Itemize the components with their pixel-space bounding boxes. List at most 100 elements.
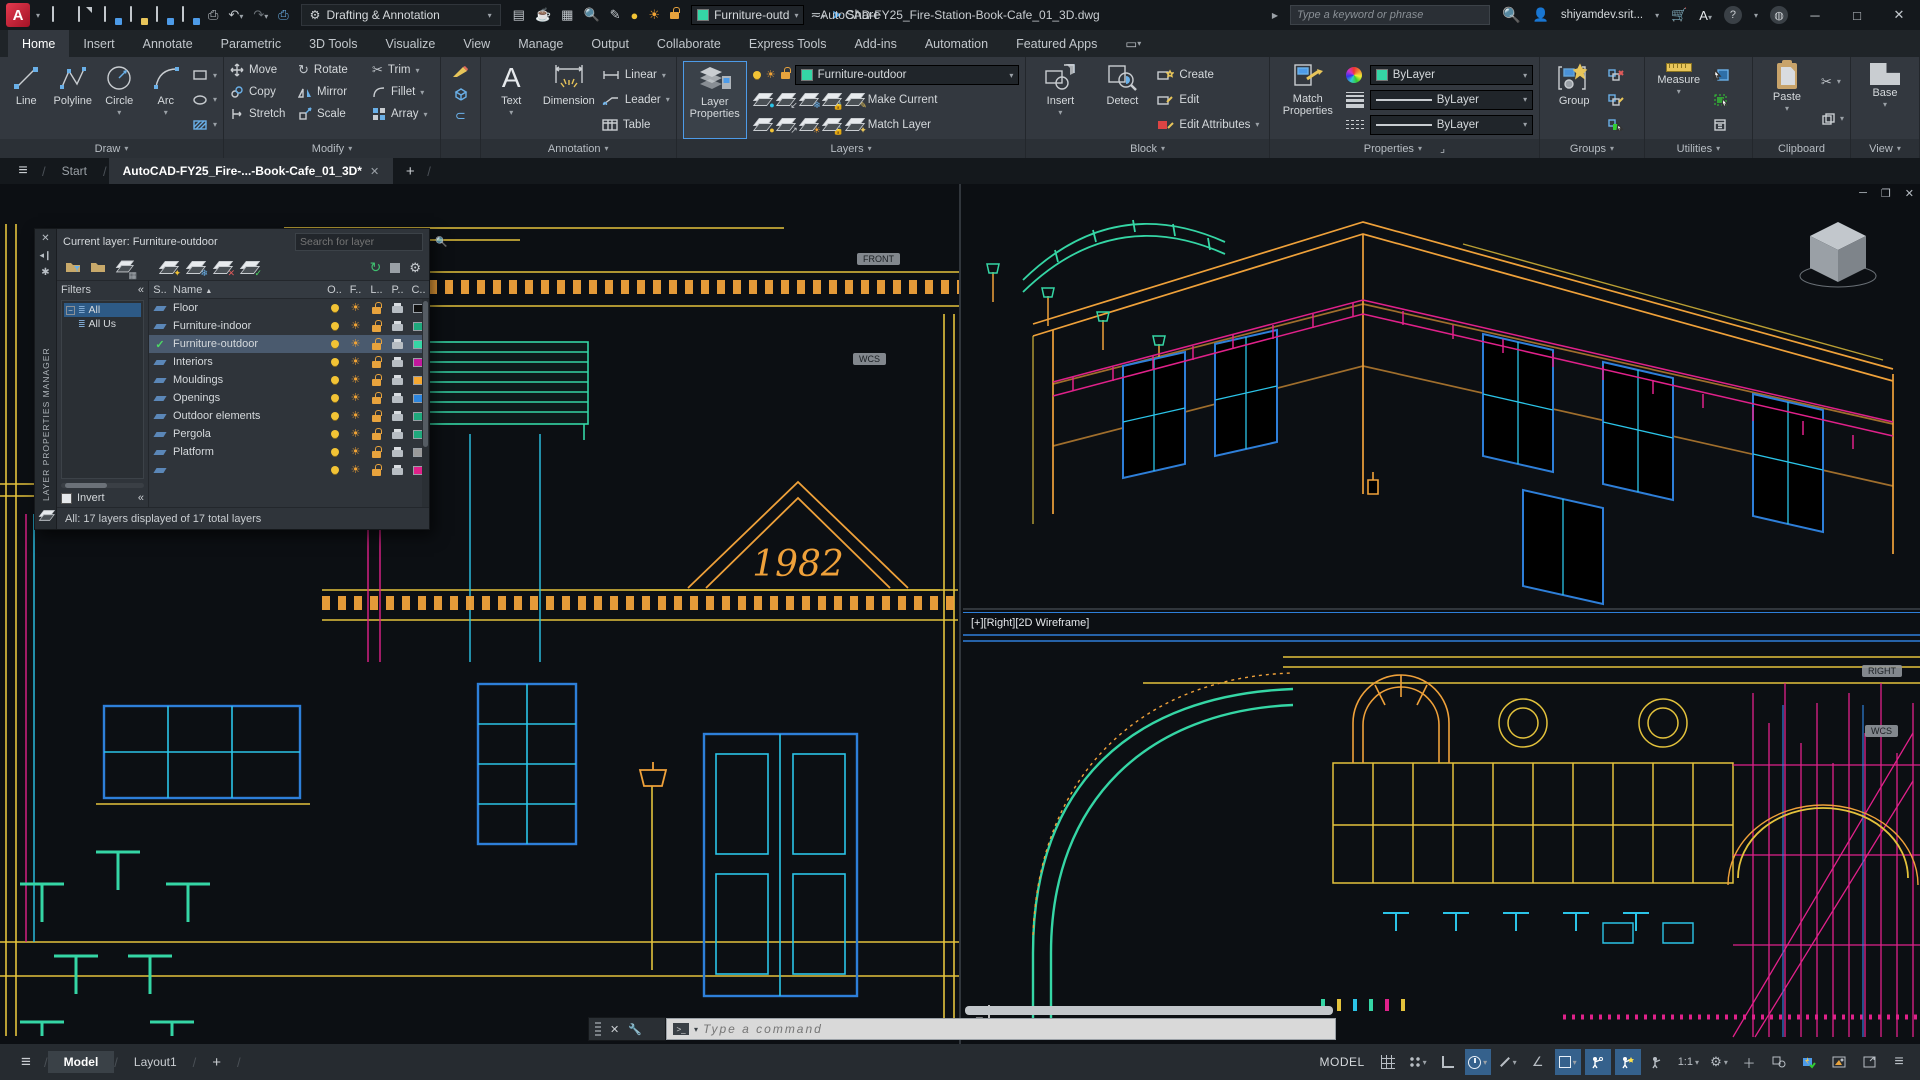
command-line-grip[interactable]	[595, 1022, 601, 1036]
tab-annotate[interactable]: Annotate	[129, 30, 207, 57]
linear-dimension-button[interactable]: Linear▾	[602, 64, 670, 86]
help-icon[interactable]: ?	[1724, 6, 1742, 24]
minimize-button[interactable]: ─	[1800, 2, 1830, 28]
layer-thaw-icon[interactable]: ☀	[766, 70, 776, 81]
tab-home[interactable]: Home	[8, 30, 69, 57]
palette-settings-gear-icon[interactable]: ⚙	[409, 260, 421, 276]
start-tab[interactable]: Start	[48, 158, 101, 184]
workspace-dropdown[interactable]: ⚙ Drafting & Annotation ▾	[301, 4, 501, 26]
quick-select-icon[interactable]	[1713, 64, 1729, 86]
group-button[interactable]: Group	[1546, 61, 1602, 139]
layout1-tab[interactable]: Layout1	[118, 1051, 193, 1073]
user-avatar-icon[interactable]: 👤	[1533, 7, 1549, 23]
fullscreen-icon[interactable]	[1856, 1049, 1882, 1075]
open-from-web-icon[interactable]	[182, 7, 198, 23]
group-select-icon[interactable]	[1608, 114, 1624, 136]
batch-plot-icon[interactable]: ⎙	[278, 7, 288, 23]
app-menu-chevron-icon[interactable]: ▾	[36, 11, 40, 20]
insert-block-button[interactable]: Insert▾	[1032, 61, 1088, 139]
new-layer-icon[interactable]: ✦	[159, 261, 177, 274]
palette-autohide-icon[interactable]: ◂❙	[39, 250, 51, 261]
tab-3d-tools[interactable]: 3D Tools	[295, 30, 371, 57]
layer-thaw-all-icon[interactable]: ☀	[799, 118, 817, 131]
layer-row-floor[interactable]: Floor ☀	[149, 299, 429, 317]
model-tab[interactable]: Model	[48, 1051, 115, 1073]
layer-search-input[interactable]	[300, 236, 435, 248]
base-button[interactable]: Base▾	[1857, 61, 1913, 139]
snap-toggle-icon[interactable]: ▾	[1405, 1049, 1431, 1075]
tab-automation[interactable]: Automation	[911, 30, 1002, 57]
layer-isolate-icon[interactable]: ●	[753, 93, 771, 106]
group-edit-icon[interactable]	[1608, 89, 1624, 111]
command-prompt-icon[interactable]: >_	[673, 1023, 689, 1035]
measure-button[interactable]: Measure▾	[1651, 61, 1707, 139]
isolate-objects-icon[interactable]	[1766, 1049, 1792, 1075]
new-file-icon[interactable]	[52, 7, 68, 23]
layer-off-icon[interactable]: ●	[753, 118, 771, 131]
help-search[interactable]	[1290, 5, 1490, 25]
clean-screen-icon[interactable]	[1826, 1049, 1852, 1075]
palette-close-icon[interactable]: ✕	[41, 233, 49, 244]
layer-on-icon[interactable]	[753, 71, 761, 79]
filter-tree[interactable]: −≣All ≣All Us	[61, 300, 144, 479]
layer-properties-manager[interactable]: ✕ ◂❙ ✱ LAYER PROPERTIES MANAGER Current …	[34, 228, 430, 530]
new-layer-frozen-icon[interactable]: ❄	[186, 261, 204, 274]
match-layer-icon[interactable]: ✦	[845, 118, 863, 131]
rectangle-tool-icon[interactable]: ▾	[192, 64, 217, 86]
layer-row-outdoor-elements[interactable]: Outdoor elements ☀	[149, 407, 429, 425]
new-drawing-tab-button[interactable]: +	[395, 158, 425, 184]
unsaved-state-icon[interactable]	[390, 263, 400, 273]
layer-unisolate-icon[interactable]: ↙	[776, 93, 794, 106]
panel-title-layers[interactable]: Layers▾	[677, 139, 1026, 158]
layout-menu-icon[interactable]: ≡	[8, 1052, 44, 1072]
drawing-canvas[interactable]: 1982	[0, 184, 1920, 1044]
search-expand-icon[interactable]: ▶	[1272, 11, 1278, 20]
horizontal-scrollbar[interactable]	[965, 1006, 1333, 1015]
autocad-app-icon[interactable]: A	[6, 3, 30, 27]
render-icon[interactable]: ▤	[513, 7, 525, 23]
layer-search[interactable]: 🔍	[295, 233, 423, 251]
tab-manage[interactable]: Manage	[504, 30, 577, 57]
cut-icon[interactable]: ✂▾	[1821, 71, 1844, 93]
open-file-icon[interactable]	[78, 7, 94, 23]
palette-properties-icon[interactable]: ✱	[41, 267, 49, 278]
refresh-icon[interactable]: ↻	[370, 259, 382, 276]
user-name[interactable]: shiyamdev.srit...	[1561, 9, 1643, 21]
tab-insert[interactable]: Insert	[69, 30, 128, 57]
filter-all-used[interactable]: ≣All Us	[64, 317, 141, 331]
layer-row-clipped[interactable]: ☀	[149, 461, 429, 479]
collapse-filters-icon[interactable]: «	[138, 284, 144, 296]
edit-sheet-icon[interactable]: ✎	[610, 7, 621, 23]
polyline-button[interactable]: Polyline	[53, 61, 94, 139]
workspace-switching-icon[interactable]: ⚙▾	[1706, 1049, 1732, 1075]
array-button[interactable]: Array▾	[372, 103, 434, 125]
annotation-scale-icon[interactable]	[1645, 1049, 1671, 1075]
layer-row-pergola[interactable]: Pergola ☀	[149, 425, 429, 443]
new-layout-button[interactable]: +	[196, 1050, 237, 1075]
panel-title-annotation[interactable]: Annotation▾	[481, 139, 676, 158]
annotation-visibility-icon[interactable]	[1585, 1049, 1611, 1075]
panel-title-clipboard[interactable]: Clipboard	[1753, 139, 1850, 158]
tab-express-tools[interactable]: Express Tools	[735, 30, 841, 57]
create-block-button[interactable]: Create	[1156, 64, 1259, 86]
stretch-button[interactable]: Stretch	[230, 103, 296, 125]
autodesk-logo-icon[interactable]: A▾	[1699, 8, 1712, 23]
scale-button[interactable]: Scale	[298, 103, 370, 125]
tab-output[interactable]: Output	[577, 30, 643, 57]
tab-collaborate[interactable]: Collaborate	[643, 30, 735, 57]
doc-restore-icon[interactable]: ❐	[1881, 187, 1891, 200]
model-space-badge[interactable]: MODEL	[1320, 1055, 1365, 1069]
command-line-close-icon[interactable]: ✕	[610, 1023, 619, 1036]
set-current-layer-icon[interactable]: ✓	[240, 261, 258, 274]
panel-title-utilities[interactable]: Utilities▾	[1645, 139, 1752, 158]
tab-featured-apps[interactable]: Featured Apps	[1002, 30, 1111, 57]
save-icon[interactable]	[104, 7, 120, 23]
panel-title-view[interactable]: View▾	[1851, 139, 1919, 158]
maximize-button[interactable]: □	[1842, 2, 1872, 28]
command-line[interactable]: ✕ 🔧 >_ ▾	[588, 1017, 1336, 1041]
viewport-label[interactable]: [+][Right][2D Wireframe]	[971, 617, 1089, 629]
panel-title-modify[interactable]: Modify▾	[224, 139, 440, 158]
linetype-dropdown[interactable]: ByLayer▾	[1370, 115, 1533, 135]
plot-icon[interactable]: ⎙	[208, 7, 218, 23]
line-button[interactable]: Line	[6, 61, 47, 139]
